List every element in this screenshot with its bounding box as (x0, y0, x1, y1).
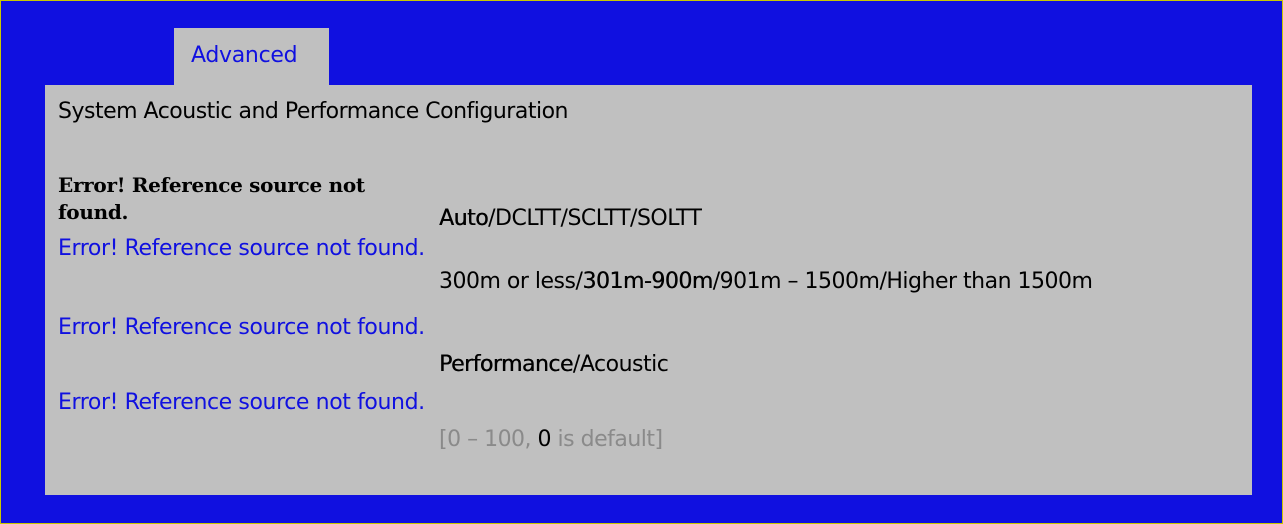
setting-label: Error! Reference source not found. (58, 390, 425, 415)
setting-label: Error! Reference source not found. (58, 236, 425, 261)
bios-setup-screen: Advanced System Acoustic and Performance… (0, 0, 1283, 524)
range-prefix: [0 – 100, (439, 427, 538, 452)
option[interactable]: SOLTT (637, 206, 702, 231)
option-selected[interactable]: Performance (439, 352, 573, 377)
range-default: 0 (537, 427, 552, 452)
setting-label: Error! Reference source not found. (58, 315, 425, 340)
setting-range-hint[interactable]: [0 – 100, 0 is default] (439, 427, 663, 452)
option[interactable]: 300m or less (439, 269, 576, 294)
setting-options[interactable]: 300m or less/301m-900m/901m – 1500m/High… (439, 269, 1093, 294)
option-selected[interactable]: 301m-900m (582, 269, 713, 294)
setting-options[interactable]: Performance/Acoustic (439, 352, 669, 377)
page-title: System Acoustic and Performance Configur… (58, 99, 568, 124)
tab-advanced[interactable]: Advanced (174, 28, 329, 85)
option-selected[interactable]: Auto (439, 206, 489, 231)
option[interactable]: Acoustic (580, 352, 669, 377)
tab-advanced-label: Advanced (191, 43, 298, 68)
option[interactable]: 901m – 1500m (720, 269, 880, 294)
range-suffix: is default] (551, 427, 664, 452)
option[interactable]: DCLTT (495, 206, 561, 231)
setting-label: Error! Reference source not found. (58, 173, 365, 224)
setting-options[interactable]: Auto/DCLTT/SCLTT/SOLTT (439, 206, 702, 231)
settings-panel: System Acoustic and Performance Configur… (45, 85, 1252, 495)
option[interactable]: Higher than 1500m (886, 269, 1093, 294)
option[interactable]: SCLTT (567, 206, 630, 231)
